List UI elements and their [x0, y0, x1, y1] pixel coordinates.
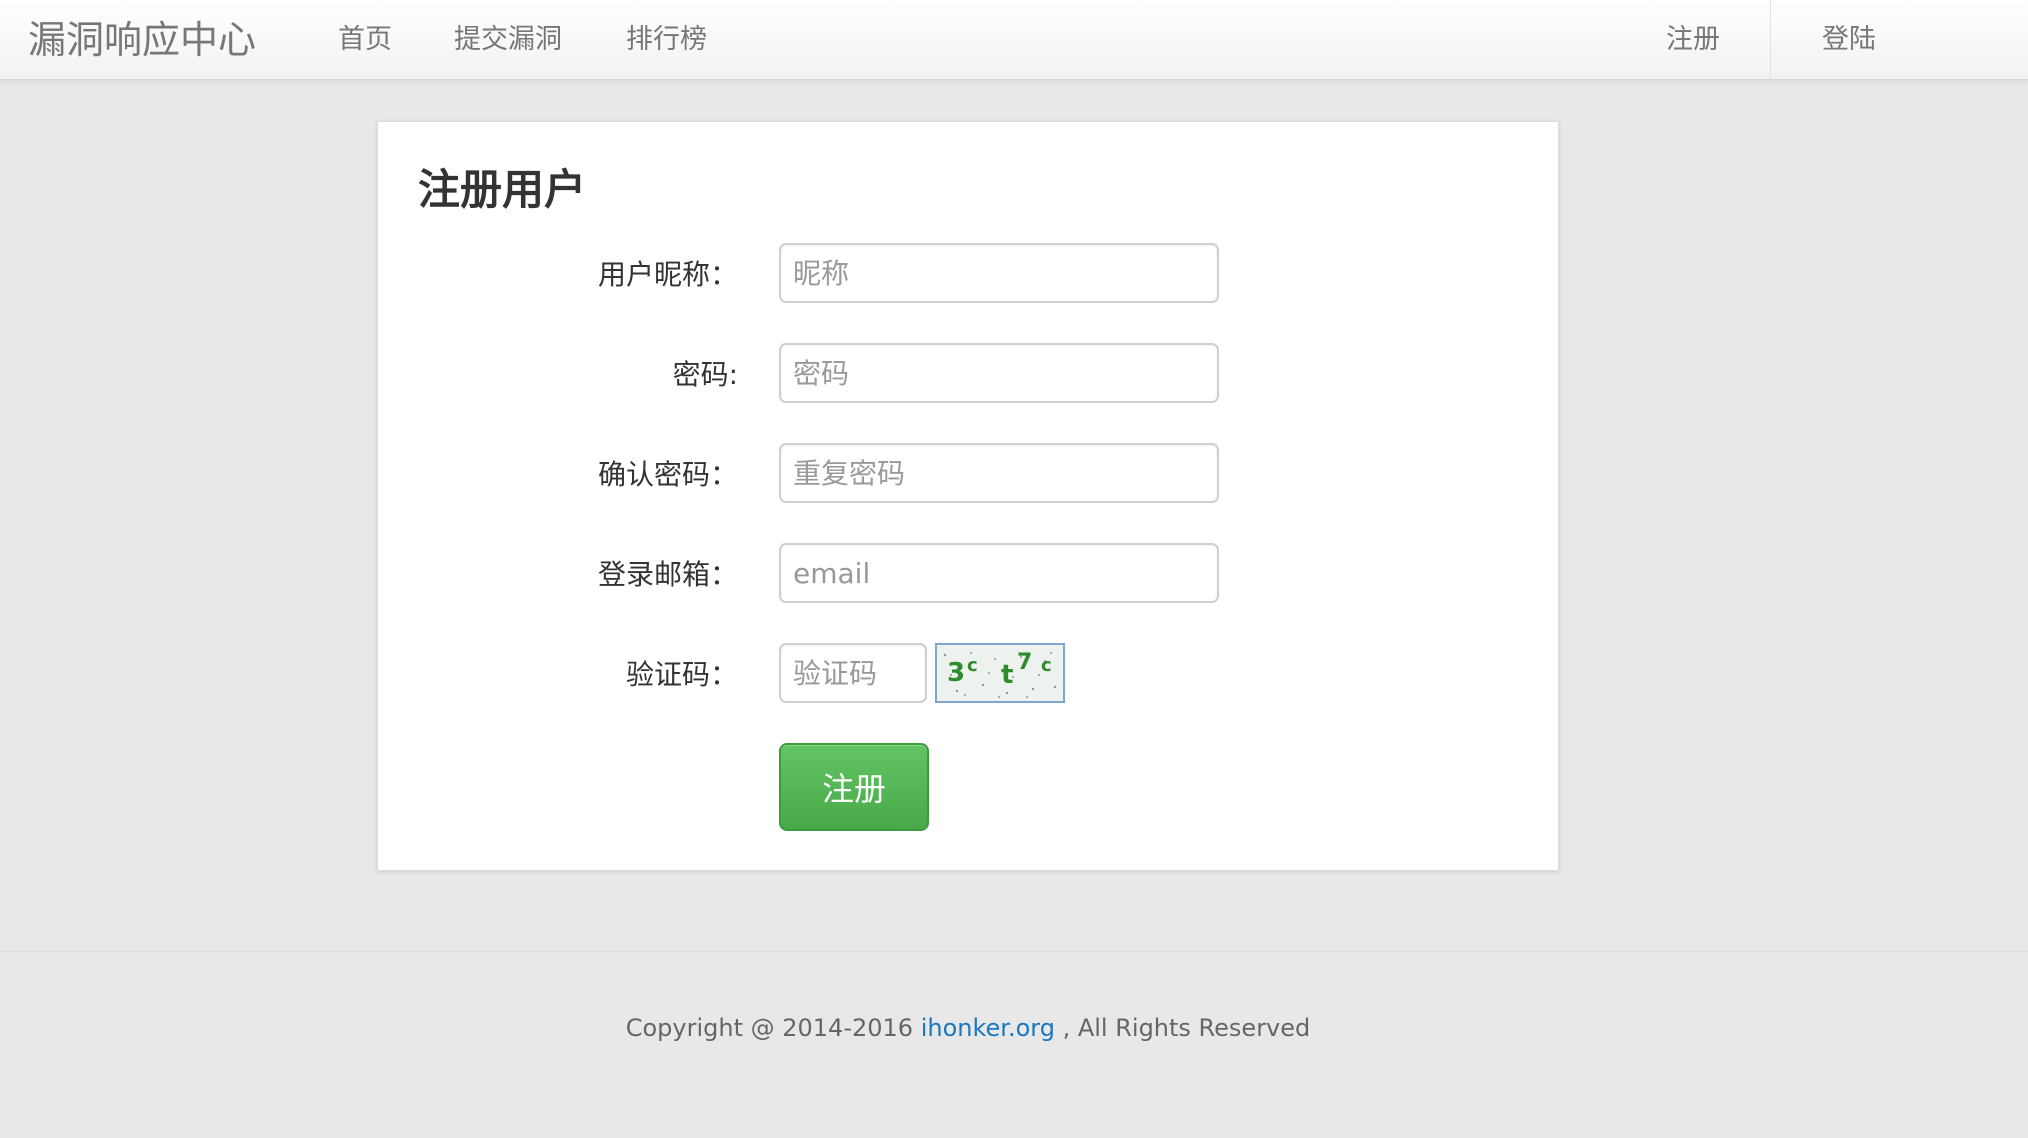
footer: Copyright @ 2014-2016 ihonker.org , All …	[0, 1014, 1936, 1042]
footer-copyright: Copyright @ 2014-2016	[625, 1014, 921, 1042]
captcha-char-4: 7	[1017, 650, 1032, 675]
nav-register[interactable]: 注册	[1666, 0, 1720, 80]
nav-login[interactable]: 登陆	[1822, 0, 1876, 80]
nickname-field[interactable]	[779, 243, 1219, 303]
captcha-char-2: c	[967, 655, 978, 676]
confirm-password-label: 确认密码：	[597, 458, 738, 491]
captcha-label: 验证码：	[625, 658, 738, 691]
nav-home[interactable]: 首页	[338, 0, 392, 80]
nav-divider	[1770, 0, 1771, 80]
footer-divider	[0, 951, 2028, 952]
confirm-password-field[interactable]	[779, 443, 1219, 503]
password-label: 密码:	[672, 358, 738, 391]
nav-submit-vulnerability[interactable]: 提交漏洞	[454, 0, 562, 80]
captcha-char-5: c	[1041, 655, 1052, 676]
page-title: 注册用户	[418, 165, 587, 214]
email-label: 登录邮箱：	[597, 558, 738, 591]
captcha-field[interactable]	[779, 643, 927, 703]
footer-link[interactable]: ihonker.org	[921, 1014, 1055, 1042]
footer-rights: , All Rights Reserved	[1054, 1014, 1311, 1042]
captcha-char-1: 3	[947, 658, 965, 688]
site-brand[interactable]: 漏洞响应中心	[28, 0, 256, 80]
top-navbar: 漏洞响应中心 首页 提交漏洞 排行榜 注册 登陆	[0, 0, 2028, 80]
password-field[interactable]	[779, 343, 1219, 403]
nickname-label: 用户昵称：	[597, 258, 738, 291]
nav-leaderboard[interactable]: 排行榜	[626, 0, 707, 80]
captcha-char-3: t	[1001, 660, 1013, 690]
email-field[interactable]	[779, 543, 1219, 603]
register-panel: 注册用户 用户昵称： 密码: 确认密码： 登录邮箱： 验证码： 3 c t 7	[377, 121, 1559, 871]
register-button[interactable]: 注册	[779, 743, 929, 831]
captcha-image[interactable]: 3 c t 7 c	[935, 643, 1065, 703]
